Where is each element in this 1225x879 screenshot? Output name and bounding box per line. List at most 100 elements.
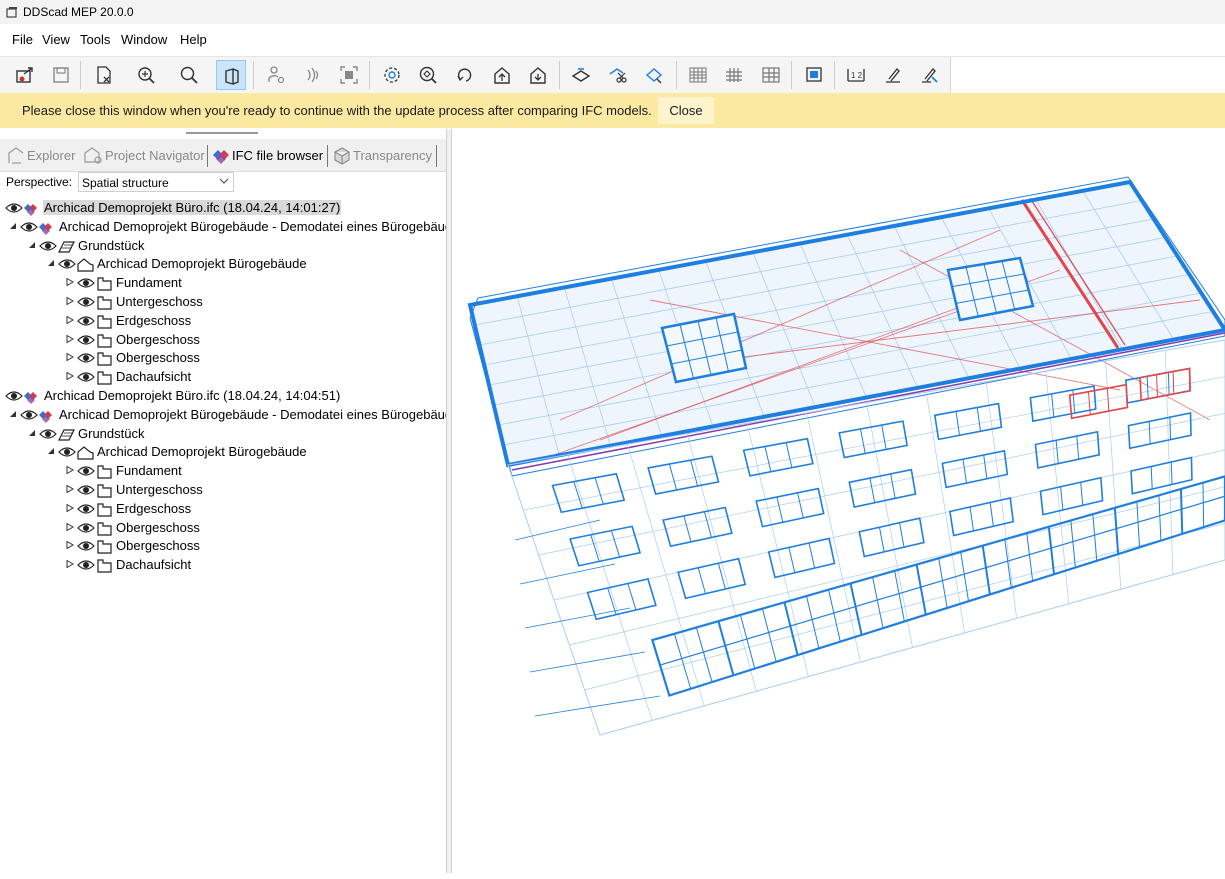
menu-file[interactable]: File	[12, 32, 33, 47]
visibility-eye-icon[interactable]	[20, 220, 38, 234]
visibility-eye-icon[interactable]	[5, 201, 23, 215]
tree-row[interactable]: Archicad Demoprojekt Büro.ifc (18.04.24,…	[0, 199, 446, 218]
visibility-eye-icon[interactable]	[77, 370, 95, 384]
expand-arrow-icon[interactable]	[66, 334, 74, 343]
grid-pattern-button[interactable]	[683, 60, 713, 90]
visibility-eye-icon[interactable]	[77, 314, 95, 328]
zoom-extents-button[interactable]	[131, 60, 161, 90]
tree-row[interactable]: Archicad Demoprojekt Bürogebäude - Demod…	[0, 406, 446, 425]
rotate-button[interactable]	[450, 60, 480, 90]
curtain-wall-mullion	[1136, 501, 1141, 548]
menu-tools[interactable]: Tools	[80, 32, 110, 47]
visibility-eye-icon[interactable]	[77, 502, 95, 516]
edit-brush-button[interactable]	[914, 60, 944, 90]
close-button[interactable]: Close	[658, 97, 714, 124]
close-doc-button[interactable]	[89, 60, 119, 90]
collapse-arrow-icon[interactable]	[28, 429, 36, 437]
user-settings-button[interactable]	[261, 60, 291, 90]
pan-button[interactable]	[413, 60, 443, 90]
expand-arrow-icon[interactable]	[66, 315, 74, 324]
grid-table-button[interactable]	[756, 60, 786, 90]
tab-explorer[interactable]: Explorer	[6, 145, 76, 167]
visibility-eye-icon[interactable]	[77, 483, 95, 497]
window-mullion	[594, 477, 604, 505]
view-3d-button[interactable]	[216, 60, 246, 90]
tab-ifc-file-browser[interactable]: IFC file browser	[211, 145, 325, 167]
visibility-eye-icon[interactable]	[77, 333, 95, 347]
screen-capture-button[interactable]	[799, 60, 829, 90]
tree-row[interactable]: Archicad Demoprojekt Bürogebäude	[0, 443, 446, 462]
tree-row[interactable]: Untergeschoss	[0, 481, 446, 500]
save-button[interactable]	[46, 60, 76, 90]
expand-arrow-icon[interactable]	[66, 522, 74, 531]
house-down-button[interactable]	[523, 60, 553, 90]
collapse-arrow-icon[interactable]	[47, 447, 55, 455]
tree-row[interactable]: Obergeschoss	[0, 331, 446, 350]
visibility-eye-icon[interactable]	[20, 408, 38, 422]
curtain-wall-mullion	[981, 545, 991, 595]
tree-row[interactable]: Obergeschoss	[0, 537, 446, 556]
visibility-eye-icon[interactable]	[5, 389, 23, 403]
plane-button[interactable]	[566, 60, 596, 90]
tree-row[interactable]: Archicad Demoprojekt Bürogebäude - Demod…	[0, 218, 446, 237]
tab-project-navigator[interactable]: Project Navigator	[83, 145, 205, 167]
expand-arrow-icon[interactable]	[66, 297, 74, 305]
visibility-eye-icon[interactable]	[77, 464, 95, 478]
expand-arrow-icon[interactable]	[66, 485, 74, 493]
expand-arrow-icon[interactable]	[66, 503, 74, 512]
visibility-eye-icon[interactable]	[77, 295, 95, 309]
expand-arrow-icon[interactable]	[66, 466, 74, 475]
fit-selection-button[interactable]	[334, 60, 364, 90]
visibility-eye-icon[interactable]	[77, 539, 95, 553]
house-up-button[interactable]	[487, 60, 517, 90]
visibility-eye-icon[interactable]	[58, 445, 76, 459]
measure-button[interactable]: 1 2	[841, 60, 871, 90]
tree-row[interactable]: Untergeschoss	[0, 293, 446, 312]
menu-help[interactable]: Help	[180, 32, 207, 47]
tree-row[interactable]: Dachaufsicht	[0, 556, 446, 575]
brush-button[interactable]	[878, 60, 908, 90]
tab-transparency[interactable]: Transparency	[332, 145, 432, 167]
tree-row[interactable]: Erdgeschoss	[0, 312, 446, 331]
tree-row[interactable]: Erdgeschoss	[0, 500, 446, 519]
tree-row[interactable]: Fundament	[0, 274, 446, 293]
expand-arrow-icon[interactable]	[66, 353, 74, 362]
cut-button[interactable]	[603, 60, 633, 90]
visibility-eye-icon[interactable]	[77, 351, 95, 365]
visibility-eye-icon[interactable]	[39, 239, 57, 253]
curtain-wall-mullion	[695, 627, 713, 683]
tree-row[interactable]: Archicad Demoprojekt Bürogebäude	[0, 255, 446, 274]
tree-row[interactable]: Obergeschoss	[0, 519, 446, 538]
open-ifc-button[interactable]	[10, 60, 40, 90]
tree-row[interactable]: Obergeschoss	[0, 349, 446, 368]
visibility-eye-icon[interactable]	[58, 257, 76, 271]
expand-arrow-icon[interactable]	[66, 278, 74, 287]
zoom-button[interactable]	[174, 60, 204, 90]
visibility-eye-icon[interactable]	[77, 276, 95, 290]
visibility-eye-icon[interactable]	[77, 558, 95, 572]
visibility-eye-icon[interactable]	[39, 427, 57, 441]
collapse-arrow-icon[interactable]	[9, 410, 17, 418]
menu-view[interactable]: View	[42, 32, 70, 47]
tree-row[interactable]: Dachaufsicht	[0, 368, 446, 387]
collapse-arrow-icon[interactable]	[9, 222, 17, 230]
visibility-eye-icon[interactable]	[77, 521, 95, 535]
collapse-arrow-icon[interactable]	[28, 241, 36, 249]
collapse-arrow-icon[interactable]	[47, 259, 55, 267]
tree-row[interactable]: Grundstück	[0, 425, 446, 444]
panel-grip[interactable]	[186, 132, 258, 134]
grid-dense-button[interactable]	[719, 60, 749, 90]
perspective-select[interactable]: Spatial structure	[78, 172, 234, 192]
tree-row[interactable]: Fundament	[0, 462, 446, 481]
signal-button[interactable]	[298, 60, 328, 90]
expand-arrow-icon[interactable]	[66, 560, 74, 569]
menu-window[interactable]: Window	[121, 32, 167, 47]
3d-viewport[interactable]	[452, 129, 1225, 873]
tree-row[interactable]: Grundstück	[0, 237, 446, 256]
tree-row[interactable]: Archicad Demoprojekt Büro.ifc (18.04.24,…	[0, 387, 446, 406]
orbit-button[interactable]	[377, 60, 407, 90]
section-button[interactable]	[640, 60, 670, 90]
tree-item-label: Archicad Demoprojekt Büro.ifc (18.04.24,…	[44, 388, 341, 403]
expand-arrow-icon[interactable]	[66, 541, 74, 550]
expand-arrow-icon[interactable]	[66, 372, 74, 381]
